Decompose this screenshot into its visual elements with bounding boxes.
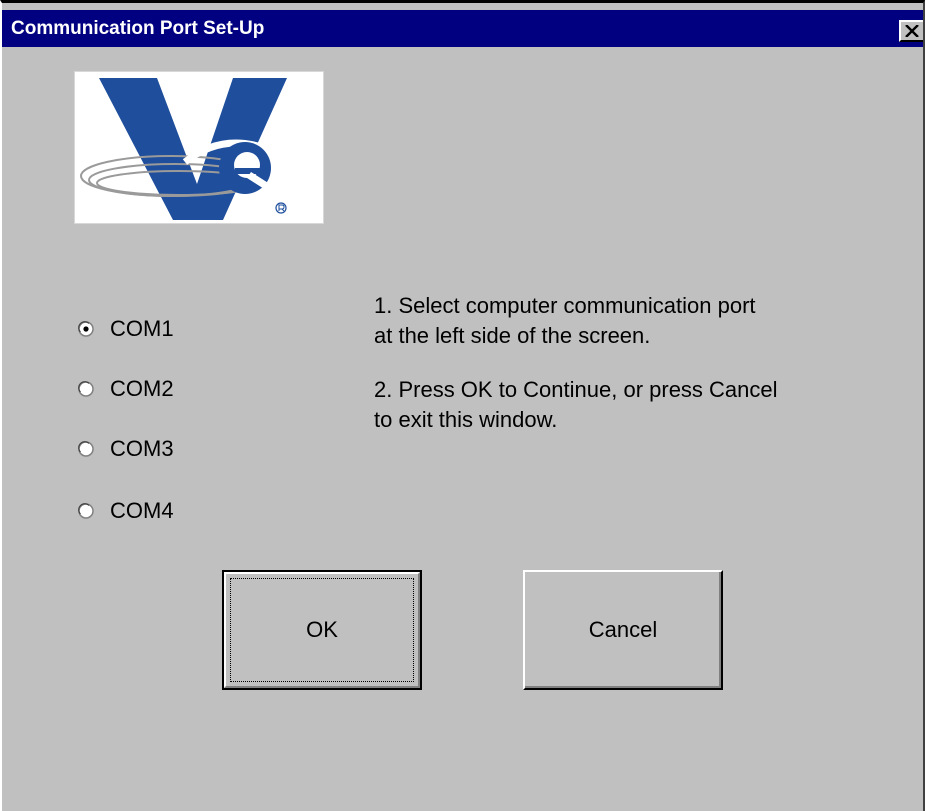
radio-com1[interactable]: COM1 bbox=[78, 312, 258, 346]
company-logo bbox=[74, 71, 324, 224]
radio-selected-icon bbox=[78, 321, 94, 337]
radio-unselected-icon bbox=[78, 441, 94, 457]
radio-com4[interactable]: COM4 bbox=[78, 494, 258, 528]
radio-com3[interactable]: COM3 bbox=[78, 432, 258, 466]
cancel-button[interactable]: Cancel bbox=[523, 570, 723, 690]
window-title: Communication Port Set-Up bbox=[11, 18, 265, 39]
dialog-window: Communication Port Set-Up COM1 COM2 COM3… bbox=[0, 0, 925, 811]
instructions: 1. Select computer communication port at… bbox=[374, 291, 894, 459]
radio-label: COM1 bbox=[110, 316, 174, 341]
radio-com2[interactable]: COM2 bbox=[78, 372, 258, 406]
radio-label: COM2 bbox=[110, 376, 174, 401]
ok-button-label: OK bbox=[306, 617, 338, 642]
title-bar[interactable]: Communication Port Set-Up bbox=[2, 10, 923, 47]
radio-label: COM4 bbox=[110, 498, 174, 523]
cancel-button-label: Cancel bbox=[588, 617, 658, 642]
port-radio-group: COM1 COM2 COM3 COM4 bbox=[78, 308, 278, 548]
radio-label: COM3 bbox=[110, 436, 174, 461]
instruction-step-2: 2. Press OK to Continue, or press Cancel… bbox=[374, 377, 778, 432]
close-button[interactable] bbox=[899, 20, 923, 42]
ok-button[interactable]: OK bbox=[222, 570, 422, 690]
radio-unselected-icon bbox=[78, 381, 94, 397]
radio-unselected-icon bbox=[78, 503, 94, 519]
instruction-step-1: 1. Select computer communication port at… bbox=[374, 293, 756, 348]
close-icon bbox=[905, 25, 919, 37]
